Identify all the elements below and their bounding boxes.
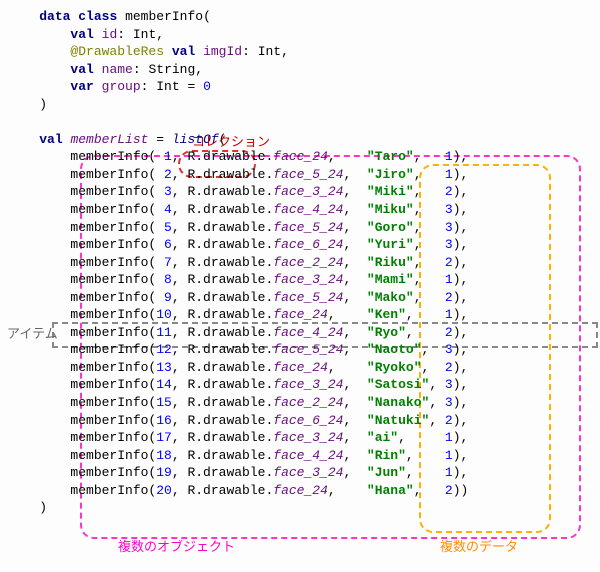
label-data: 複数のデータ (440, 538, 518, 556)
label-objects: 複数のオブジェクト (118, 538, 235, 556)
code-block: data class memberInfo( val id: Int, @Dra… (8, 8, 592, 517)
label-collection: コレクション (192, 133, 270, 151)
label-item: アイテム (7, 325, 58, 343)
